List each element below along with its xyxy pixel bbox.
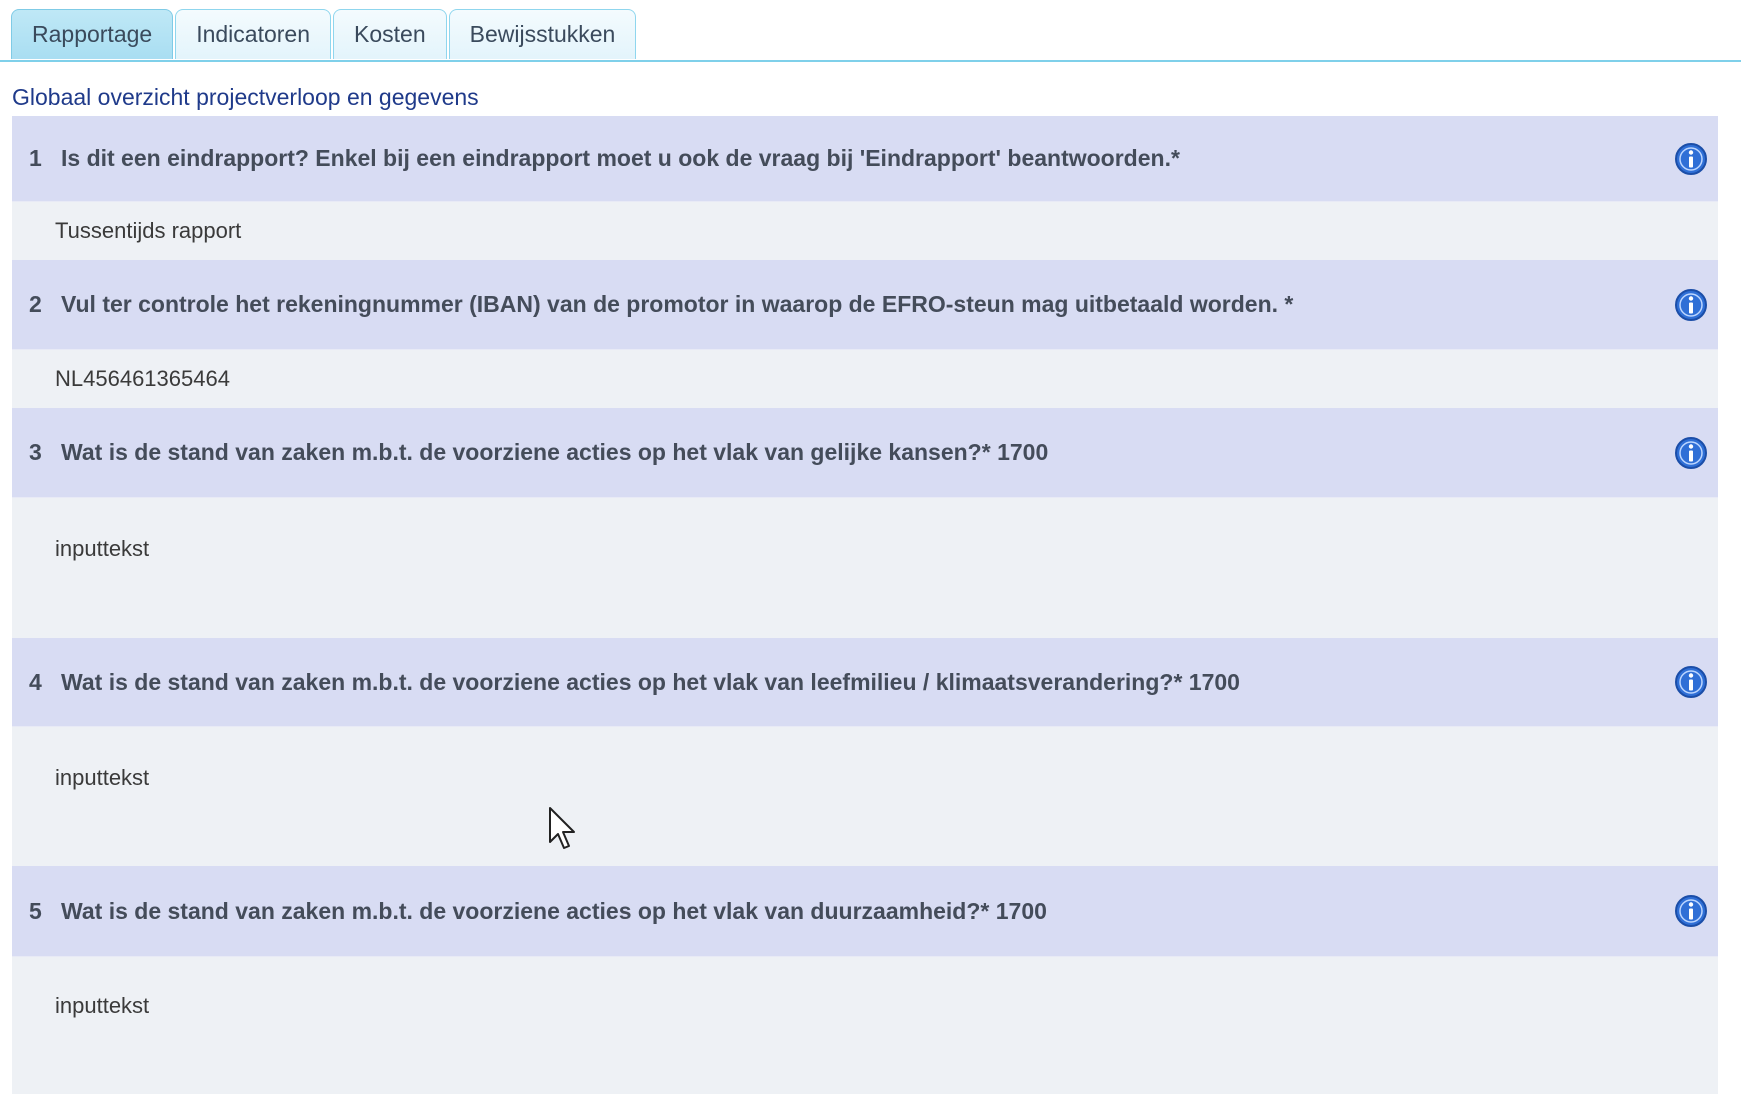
answer-text: Tussentijds rapport	[55, 218, 242, 243]
question-text: Wat is de stand van zaken m.b.t. de voor…	[61, 668, 1240, 695]
tab-rapportage[interactable]: Rapportage	[11, 9, 174, 59]
mouse-pointer-icon	[549, 807, 575, 849]
question-number: 4	[29, 668, 42, 695]
tab-indicatoren[interactable]: Indicatoren	[175, 9, 332, 59]
info-icon[interactable]	[1674, 665, 1708, 699]
question-text: Wat is de stand van zaken m.b.t. de voor…	[61, 439, 1049, 465]
question-header: 3 Wat is de stand van zaken m.b.t. de vo…	[12, 408, 1718, 498]
info-icon[interactable]	[1674, 436, 1708, 470]
section-title: Globaal overzicht projectverloop en gege…	[12, 84, 479, 110]
tab-kosten[interactable]: Kosten	[333, 9, 447, 59]
answer-text: NL456461365464	[55, 366, 230, 391]
questions-panel: 1 Is dit een eindrapport? Enkel bij een …	[12, 116, 1718, 1094]
tab-bewijsstukken[interactable]: Bewijsstukken	[448, 9, 637, 59]
question-number: 5	[29, 897, 42, 924]
answer-field[interactable]: inputtekst	[12, 727, 1718, 866]
question-text: Is dit een eindrapport? Enkel bij een ei…	[61, 145, 1180, 171]
question-text: Vul ter controle het rekeningnummer (IBA…	[61, 291, 1294, 317]
answer-field[interactable]: inputtekst	[12, 498, 1718, 638]
question-number: 2	[29, 291, 42, 317]
tab-bar: Rapportage Indicatoren Kosten Bewijsstuk…	[0, 0, 1741, 62]
question-header: 1 Is dit een eindrapport? Enkel bij een …	[12, 116, 1718, 202]
answer-text: inputtekst	[55, 993, 150, 1018]
answer-text: inputtekst	[55, 765, 150, 790]
info-icon[interactable]	[1674, 288, 1708, 322]
question-header: 5 Wat is de stand van zaken m.b.t. de vo…	[12, 866, 1718, 957]
info-icon[interactable]	[1674, 894, 1708, 928]
question-number: 3	[29, 439, 42, 465]
question-header: 2 Vul ter controle het rekeningnummer (I…	[12, 260, 1718, 350]
report-page: Rapportage Indicatoren Kosten Bewijsstuk…	[0, 0, 1741, 1096]
question-number: 1	[29, 145, 42, 171]
answer-field[interactable]: NL456461365464	[12, 350, 1718, 408]
tab-list: Rapportage Indicatoren Kosten Bewijsstuk…	[11, 9, 637, 59]
answer-text: inputtekst	[55, 536, 150, 561]
question-header: 4 Wat is de stand van zaken m.b.t. de vo…	[12, 638, 1718, 727]
answer-field[interactable]: Tussentijds rapport	[12, 202, 1718, 260]
answer-field[interactable]: inputtekst	[12, 957, 1718, 1094]
question-text: Wat is de stand van zaken m.b.t. de voor…	[61, 897, 1047, 924]
info-icon[interactable]	[1674, 142, 1708, 176]
